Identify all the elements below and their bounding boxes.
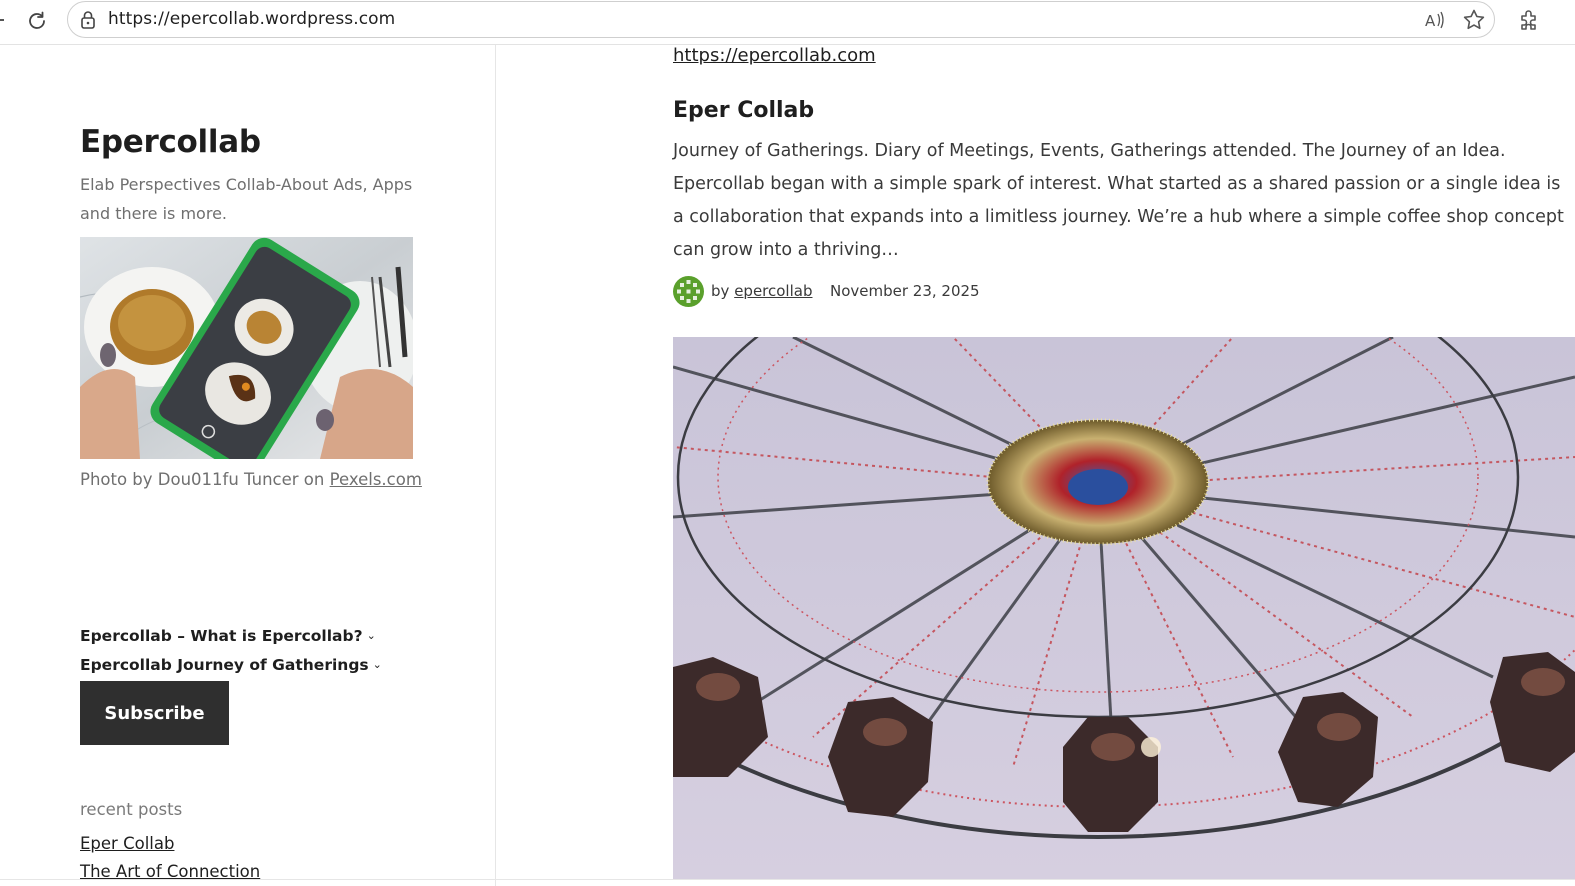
extensions-icon[interactable] <box>1515 6 1543 34</box>
featured-image[interactable] <box>673 337 1575 879</box>
column-divider <box>495 45 496 886</box>
subscribe-button[interactable]: Subscribe <box>80 681 229 745</box>
nav-item-label: Epercollab Journey of Gatherings <box>80 656 369 674</box>
favorite-star-icon[interactable] <box>1461 7 1487 33</box>
nav-item-label: Epercollab – What is Epercollab? <box>80 627 363 645</box>
chevron-down-icon[interactable]: ⌄ <box>367 629 376 642</box>
post-date[interactable]: November 23, 2025 <box>830 282 980 300</box>
read-aloud-icon[interactable]: A <box>1423 8 1447 32</box>
back-button-edge[interactable] <box>0 19 4 21</box>
sidebar-photo <box>80 237 413 459</box>
post-title[interactable]: Eper Collab <box>673 98 814 123</box>
author-link[interactable]: epercollab <box>734 282 812 300</box>
pexels-link[interactable]: Pexels.com <box>330 470 422 489</box>
author-avatar[interactable] <box>673 276 704 307</box>
nav-item-what-is-epercollab[interactable]: Epercollab – What is Epercollab? ⌄ <box>80 627 376 645</box>
chevron-down-icon[interactable]: ⌄ <box>373 658 382 671</box>
site-title[interactable]: Epercollab <box>80 124 261 160</box>
post-author: by epercollab <box>711 282 812 300</box>
caption-text: Photo by Dou011fu Tuncer on <box>80 470 330 489</box>
site-description: Elab Perspectives Collab-About Ads, Apps… <box>80 175 413 223</box>
recent-posts-heading: recent posts <box>80 800 183 819</box>
lock-icon[interactable] <box>79 10 97 30</box>
url-text[interactable]: https://epercollab.wordpress.com <box>108 9 395 29</box>
by-label: by <box>711 282 730 300</box>
svg-text:A: A <box>1425 12 1436 30</box>
recent-post-link[interactable]: The Art of Connection <box>80 862 260 881</box>
reload-icon[interactable] <box>24 8 50 34</box>
nav-item-journey-of-gatherings[interactable]: Epercollab Journey of Gatherings ⌄ <box>80 656 382 674</box>
recent-post-link[interactable]: Eper Collab <box>80 834 174 853</box>
post-excerpt: Journey of Gatherings. Diary of Meetings… <box>673 141 1564 260</box>
photo-caption: Photo by Dou011fu Tuncer on Pexels.com <box>80 470 422 489</box>
post-external-link[interactable]: https://epercollab.com <box>673 45 876 66</box>
